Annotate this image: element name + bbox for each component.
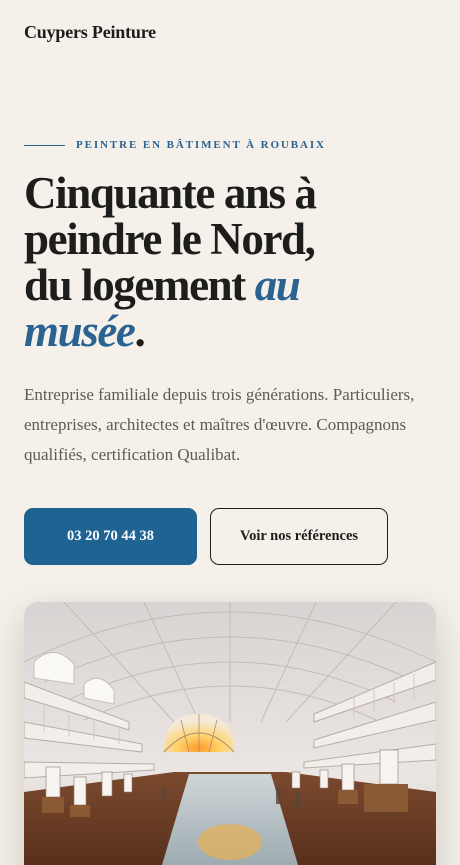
intro-paragraph: Entreprise familiale depuis trois généra… bbox=[24, 385, 415, 464]
headline-line-3: du logement bbox=[24, 260, 255, 310]
headline-accent-musee: musée bbox=[24, 306, 136, 356]
phone-button[interactable]: 03 20 70 44 38 bbox=[24, 508, 197, 565]
references-button-label: Voir nos références bbox=[239, 528, 359, 544]
eyebrow-rule bbox=[24, 144, 65, 146]
page-title: Cinquante ans à peindre le Nord, du loge… bbox=[24, 170, 444, 354]
hero-image-museum bbox=[24, 602, 436, 865]
eyebrow-text: PEINTRE EN BÂTIMENT À ROUBAIX bbox=[76, 139, 326, 151]
brand-logo[interactable]: Cuypers Peinture bbox=[24, 22, 156, 43]
phone-button-label: 03 20 70 44 38 bbox=[67, 528, 154, 544]
headline-accent-au: au bbox=[254, 260, 301, 310]
eyebrow: PEINTRE EN BÂTIMENT À ROUBAIX bbox=[24, 139, 326, 151]
headline-line-2: peindre le Nord, bbox=[24, 214, 316, 264]
references-button[interactable]: Voir nos références bbox=[210, 508, 388, 565]
headline-period: . bbox=[134, 306, 146, 356]
headline-line-1: Cinquante ans à bbox=[24, 168, 317, 218]
